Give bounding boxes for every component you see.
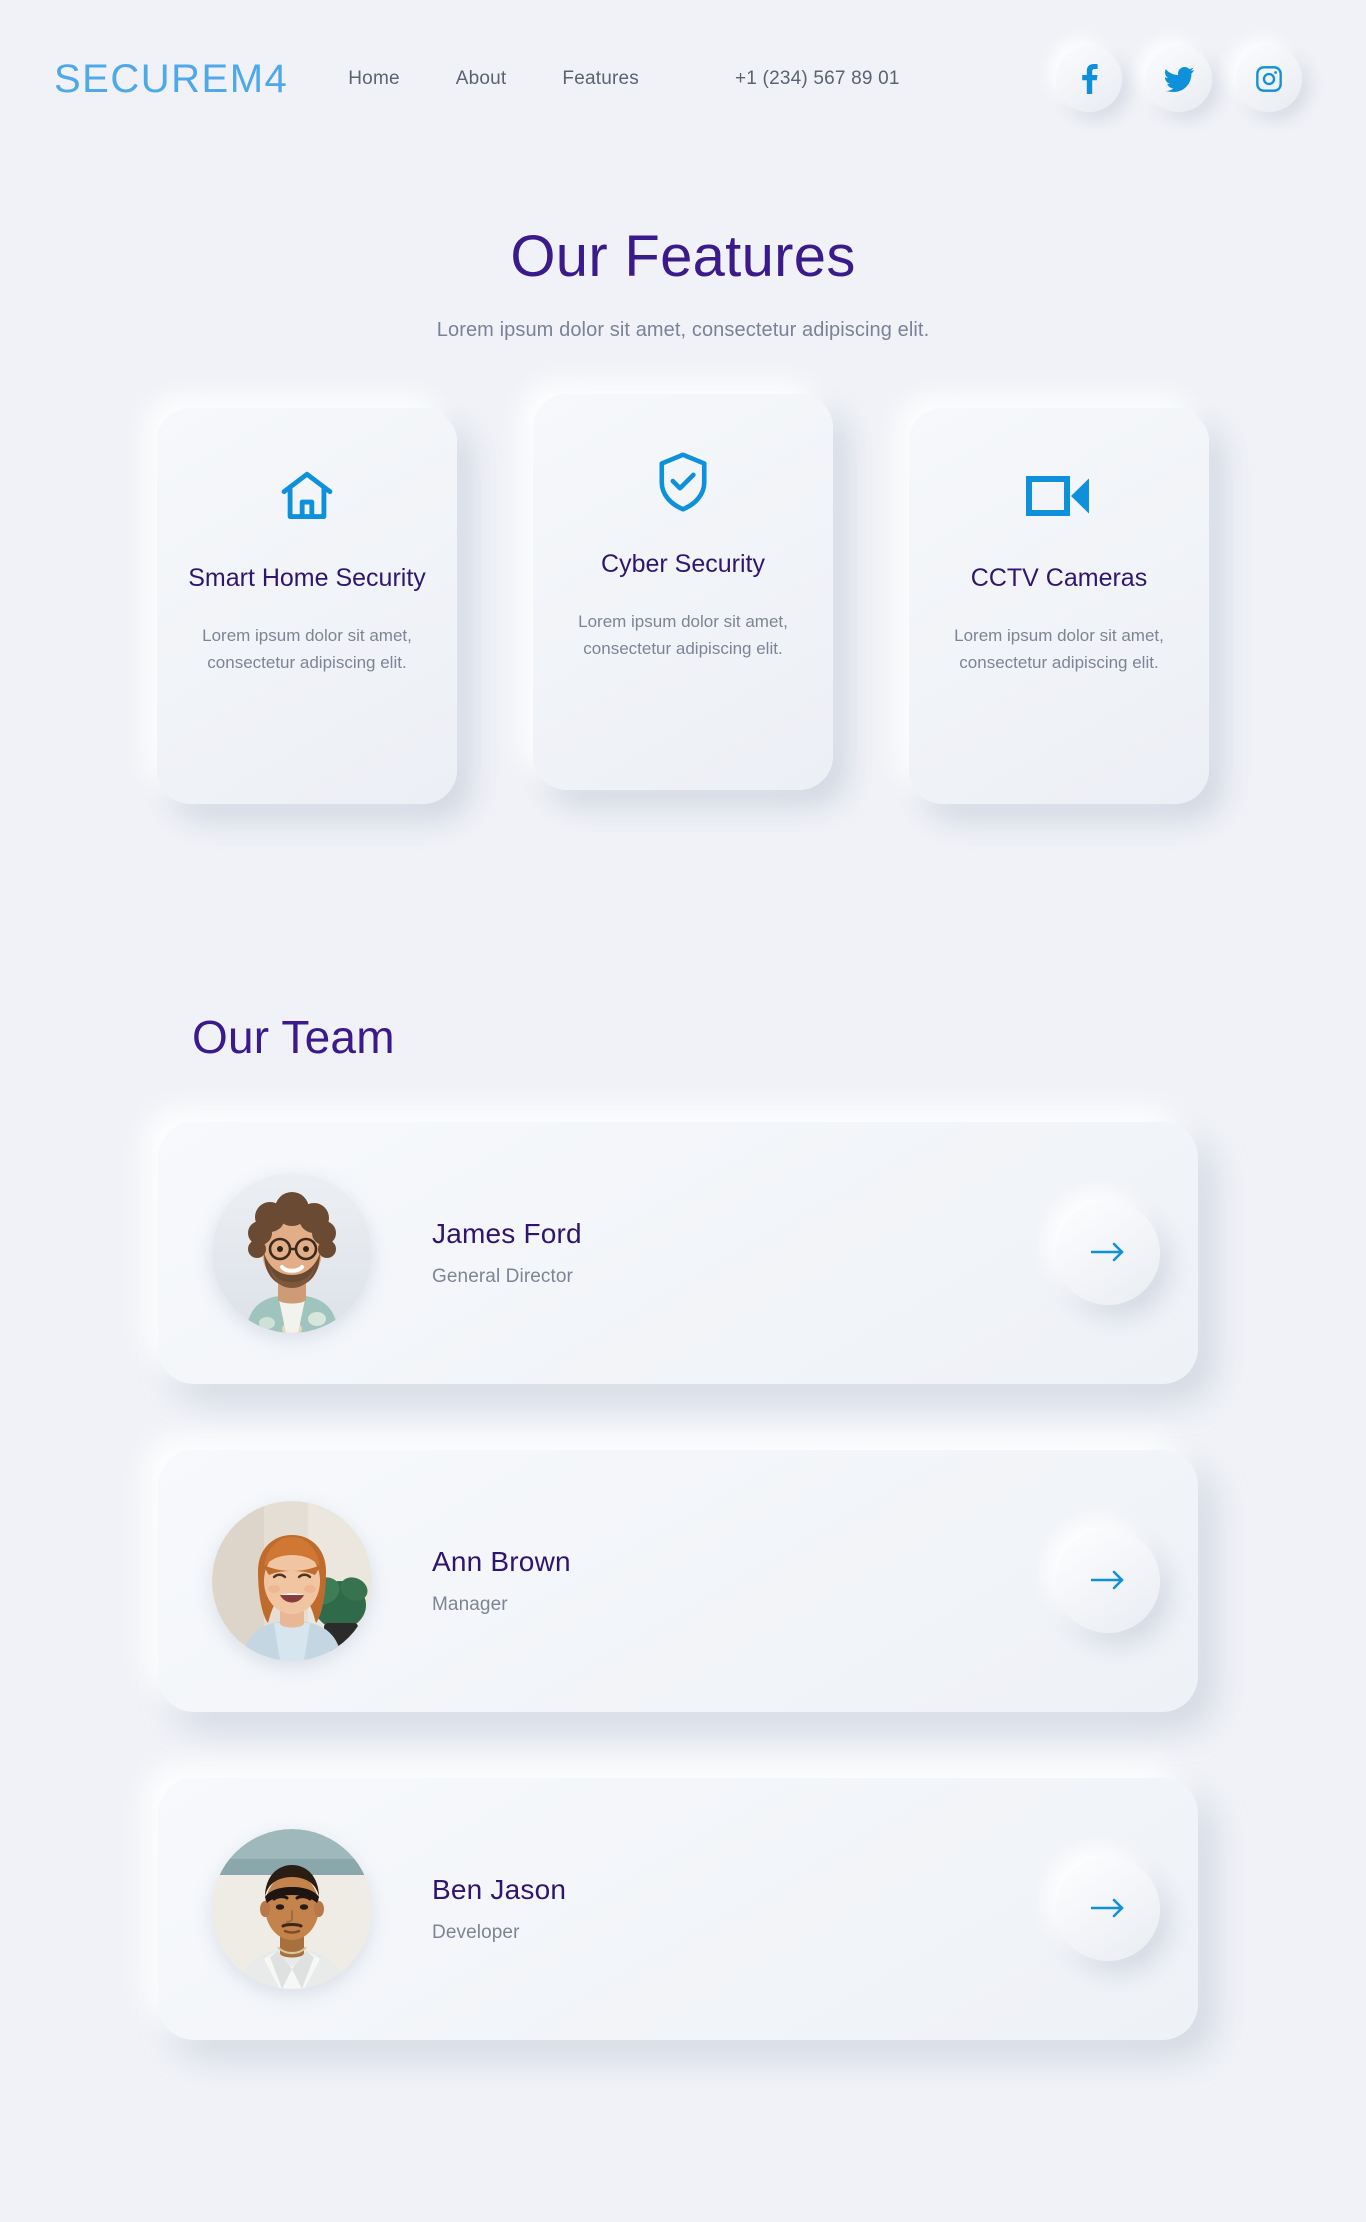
team-title: Our Team	[192, 1011, 395, 1063]
feature-card-title: Smart Home Security	[188, 563, 426, 592]
feature-card-title: CCTV Cameras	[970, 563, 1148, 592]
features-section: Our Features Lorem ipsum dolor sit amet,…	[0, 225, 1366, 804]
twitter-button[interactable]	[1146, 46, 1212, 112]
team-card-james-ford[interactable]: James Ford General Director	[158, 1122, 1198, 1384]
avatar	[212, 1829, 372, 1989]
nav-link-about[interactable]: About	[456, 68, 507, 90]
feature-cards: Smart Home Security Lorem ipsum dolor si…	[0, 393, 1366, 804]
member-role: Developer	[432, 1922, 520, 1943]
member-role: General Director	[432, 1266, 573, 1287]
feature-card-description: Lorem ipsum dolor sit amet, consectetur …	[202, 625, 412, 673]
feature-card-description: Lorem ipsum dolor sit amet, consectetur …	[954, 625, 1164, 673]
site-header: SECUREM4 Home About Features +1 (234) 56…	[0, 0, 1366, 158]
avatar	[212, 1501, 372, 1661]
site-logo[interactable]: SECUREM4	[54, 57, 288, 102]
team-card-ben-jason[interactable]: Ben Jason Developer	[158, 1778, 1198, 2040]
feature-card-cyber-security[interactable]: Cyber Security Lorem ipsum dolor sit ame…	[533, 393, 833, 790]
member-detail-button[interactable]	[1056, 1529, 1160, 1633]
team-card-ann-brown[interactable]: Ann Brown Manager	[158, 1450, 1198, 1712]
main-navigation: Home About Features +1 (234) 567 89 01	[348, 68, 899, 90]
feature-card-description: Lorem ipsum dolor sit amet, consectetur …	[578, 611, 788, 659]
avatar	[212, 1173, 372, 1333]
facebook-button[interactable]	[1056, 46, 1122, 112]
arrow-right-icon	[1090, 1570, 1125, 1593]
member-role: Manager	[432, 1594, 508, 1615]
member-info: Ann Brown Manager	[432, 1546, 571, 1616]
team-member-list: James Ford General Director Ann Brown Ma…	[158, 1122, 1198, 2040]
member-info: Ben Jason Developer	[432, 1874, 566, 1944]
features-title: Our Features	[510, 224, 856, 289]
member-detail-button[interactable]	[1056, 1857, 1160, 1961]
member-info: James Ford General Director	[432, 1218, 582, 1288]
feature-card-cctv-cameras[interactable]: CCTV Cameras Lorem ipsum dolor sit amet,…	[909, 407, 1209, 804]
instagram-icon	[1255, 65, 1283, 93]
member-name: Ann Brown	[432, 1546, 571, 1577]
header-phone-number[interactable]: +1 (234) 567 89 01	[735, 68, 900, 90]
facebook-icon	[1081, 64, 1098, 94]
member-name: James Ford	[432, 1218, 582, 1249]
arrow-right-icon	[1090, 1898, 1125, 1921]
nav-link-features[interactable]: Features	[562, 68, 639, 90]
nav-link-home[interactable]: Home	[348, 68, 399, 90]
shield-check-icon	[657, 450, 709, 514]
home-icon	[277, 464, 337, 528]
twitter-icon	[1164, 66, 1194, 92]
page-root: SECUREM4 Home About Features +1 (234) 56…	[0, 0, 1366, 2222]
video-camera-icon	[1026, 464, 1092, 528]
social-links	[1056, 46, 1312, 112]
member-detail-button[interactable]	[1056, 1201, 1160, 1305]
feature-card-smart-home[interactable]: Smart Home Security Lorem ipsum dolor si…	[157, 407, 457, 804]
instagram-button[interactable]	[1236, 46, 1302, 112]
member-name: Ben Jason	[432, 1874, 567, 1905]
arrow-right-icon	[1090, 1242, 1125, 1265]
features-subtitle: Lorem ipsum dolor sit amet, consectetur …	[436, 318, 930, 341]
feature-card-title: Cyber Security	[601, 549, 765, 578]
team-section: Our Team James Ford General Director Ann…	[0, 1010, 1366, 2040]
